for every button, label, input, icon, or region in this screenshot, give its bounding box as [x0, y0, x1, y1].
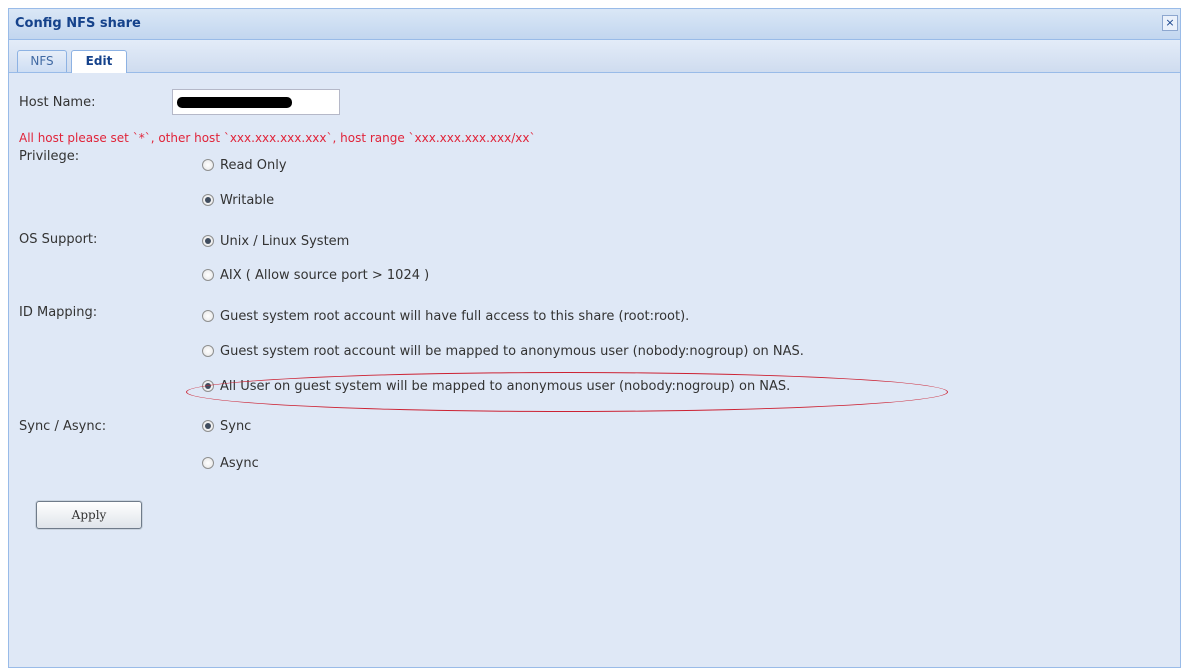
close-icon[interactable]: × [1162, 15, 1178, 31]
host-name-label: Host Name: [19, 95, 96, 110]
tab-bar: NFS Edit [9, 40, 1180, 73]
edit-form: Host Name: All host please set `*`, othe… [9, 73, 1180, 667]
radio-unix-linux[interactable]: Unix / Linux System [202, 234, 349, 249]
config-nfs-share-window: Config NFS share × NFS Edit Host Name: A… [8, 8, 1181, 668]
apply-button[interactable]: Apply [36, 501, 142, 529]
radio-selected-icon [202, 420, 214, 432]
radio-root-anonymous[interactable]: Guest system root account will be mapped… [202, 344, 804, 359]
radio-label: Unix / Linux System [220, 234, 350, 249]
radio-label: AIX ( Allow source port > 1024 ) [220, 268, 430, 283]
radio-async[interactable]: Async [202, 456, 259, 471]
radio-icon [202, 159, 214, 171]
radio-writable[interactable]: Writable [202, 193, 274, 208]
radio-label: Async [220, 456, 259, 471]
radio-label: Writable [220, 193, 275, 208]
sync-async-label: Sync / Async: [19, 419, 107, 434]
os-support-label: OS Support: [19, 232, 98, 247]
radio-icon [202, 345, 214, 357]
privilege-label: Privilege: [19, 149, 80, 164]
redacted-value [177, 97, 292, 108]
host-hint-text: All host please set `*`, other host `xxx… [19, 131, 536, 145]
radio-aix[interactable]: AIX ( Allow source port > 1024 ) [202, 268, 429, 283]
id-mapping-label: ID Mapping: [19, 305, 98, 320]
radio-read-only[interactable]: Read Only [202, 158, 287, 173]
host-name-input[interactable] [172, 89, 340, 115]
radio-root-full-access[interactable]: Guest system root account will have full… [202, 309, 689, 324]
radio-selected-icon [202, 235, 214, 247]
radio-label: Guest system root account will be mapped… [220, 344, 804, 359]
tab-nfs[interactable]: NFS [17, 50, 67, 72]
highlight-ellipse [186, 372, 948, 412]
window-title: Config NFS share [15, 16, 141, 31]
radio-sync[interactable]: Sync [202, 419, 251, 434]
tab-edit[interactable]: Edit [71, 50, 127, 73]
radio-label: Sync [220, 419, 252, 434]
radio-icon [202, 269, 214, 281]
window-titlebar[interactable]: Config NFS share × [9, 9, 1180, 40]
radio-icon [202, 457, 214, 469]
radio-icon [202, 310, 214, 322]
radio-selected-icon [202, 194, 214, 206]
radio-label: Read Only [220, 158, 287, 173]
radio-label: Guest system root account will have full… [220, 309, 690, 324]
